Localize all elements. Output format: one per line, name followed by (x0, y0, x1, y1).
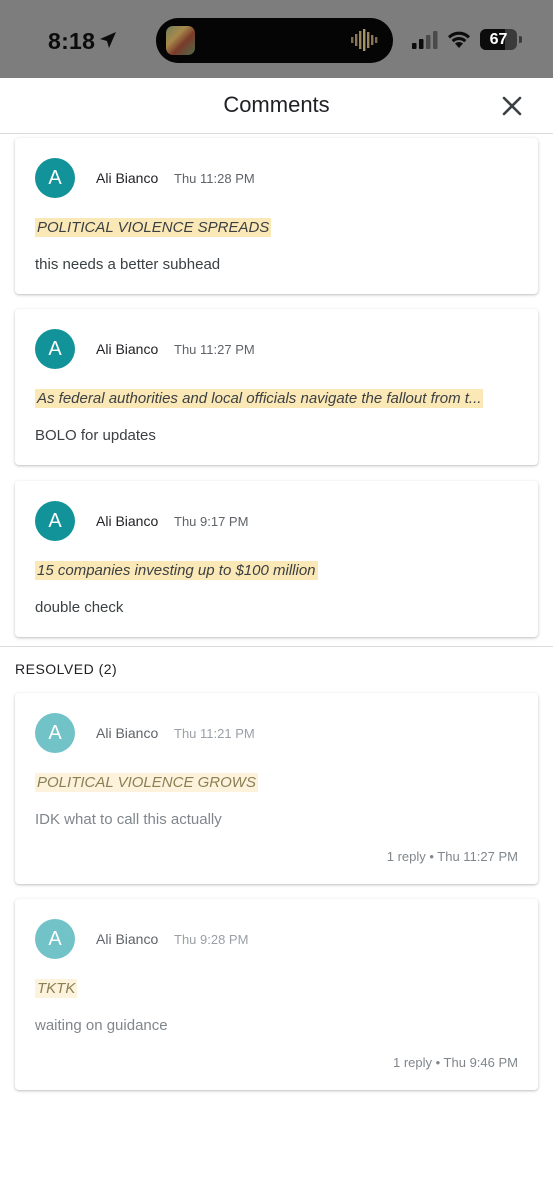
quoted-text: POLITICAL VIOLENCE SPREADS (35, 218, 272, 237)
comment-time: Thu 11:21 PM (174, 726, 255, 741)
status-bar: 8:18 67 (0, 0, 553, 78)
comment-card[interactable]: A Ali Bianco Thu 11:28 PM POLITICAL VIOL… (15, 138, 538, 294)
page-title: Comments (223, 92, 330, 117)
comment-text: IDK what to call this actually (35, 811, 222, 828)
resolved-comment-card[interactable]: A Ali Bianco Thu 11:21 PM POLITICAL VIOL… (15, 693, 538, 884)
reply-meta: 1 reply • Thu 9:46 PM (393, 1055, 518, 1070)
avatar: A (35, 329, 75, 369)
comment-card[interactable]: A Ali Bianco Thu 11:27 PM As federal aut… (15, 309, 538, 465)
comments-header: Comments (0, 78, 553, 134)
comment-text: this needs a better subhead (35, 256, 221, 273)
battery-percent: 67 (489, 31, 508, 48)
comment-text: double check (35, 599, 124, 616)
avatar: A (35, 158, 75, 198)
battery-icon: 67 (480, 29, 517, 50)
quoted-text: As federal authorities and local officia… (35, 389, 484, 408)
avatar: A (35, 501, 75, 541)
audio-waveform-icon (351, 29, 378, 51)
comment-text: waiting on guidance (35, 1017, 168, 1034)
battery-cap (519, 36, 522, 43)
cellular-signal-icon (412, 31, 438, 49)
comment-time: Thu 9:28 PM (174, 932, 249, 947)
section-divider (0, 646, 553, 647)
resolved-comment-card[interactable]: A Ali Bianco Thu 9:28 PM TKTK waiting on… (15, 899, 538, 1090)
avatar: A (35, 713, 75, 753)
close-icon[interactable] (498, 92, 526, 120)
comment-card[interactable]: A Ali Bianco Thu 9:17 PM 15 companies in… (15, 481, 538, 637)
wifi-icon (448, 31, 470, 48)
avatar: A (35, 919, 75, 959)
comment-text: BOLO for updates (35, 427, 156, 444)
status-time: 8:18 (48, 28, 96, 54)
comment-author: Ali Bianco (96, 341, 159, 357)
dynamic-island (156, 18, 393, 63)
reply-meta: 1 reply • Thu 11:27 PM (386, 849, 518, 864)
comment-time: Thu 9:17 PM (174, 514, 249, 529)
comment-author: Ali Bianco (96, 513, 159, 529)
comment-author: Ali Bianco (96, 725, 159, 741)
location-arrow-icon (100, 32, 116, 48)
quoted-text: 15 companies investing up to $100 millio… (35, 561, 318, 580)
comment-author: Ali Bianco (96, 170, 159, 186)
quoted-text: TKTK (35, 979, 78, 998)
resolved-section-label: RESOLVED (2) (15, 661, 118, 677)
comment-time: Thu 11:28 PM (174, 171, 255, 186)
quoted-text: POLITICAL VIOLENCE GROWS (35, 773, 258, 792)
comment-author: Ali Bianco (96, 931, 159, 947)
now-playing-artwork (166, 26, 195, 55)
comment-time: Thu 11:27 PM (174, 342, 255, 357)
